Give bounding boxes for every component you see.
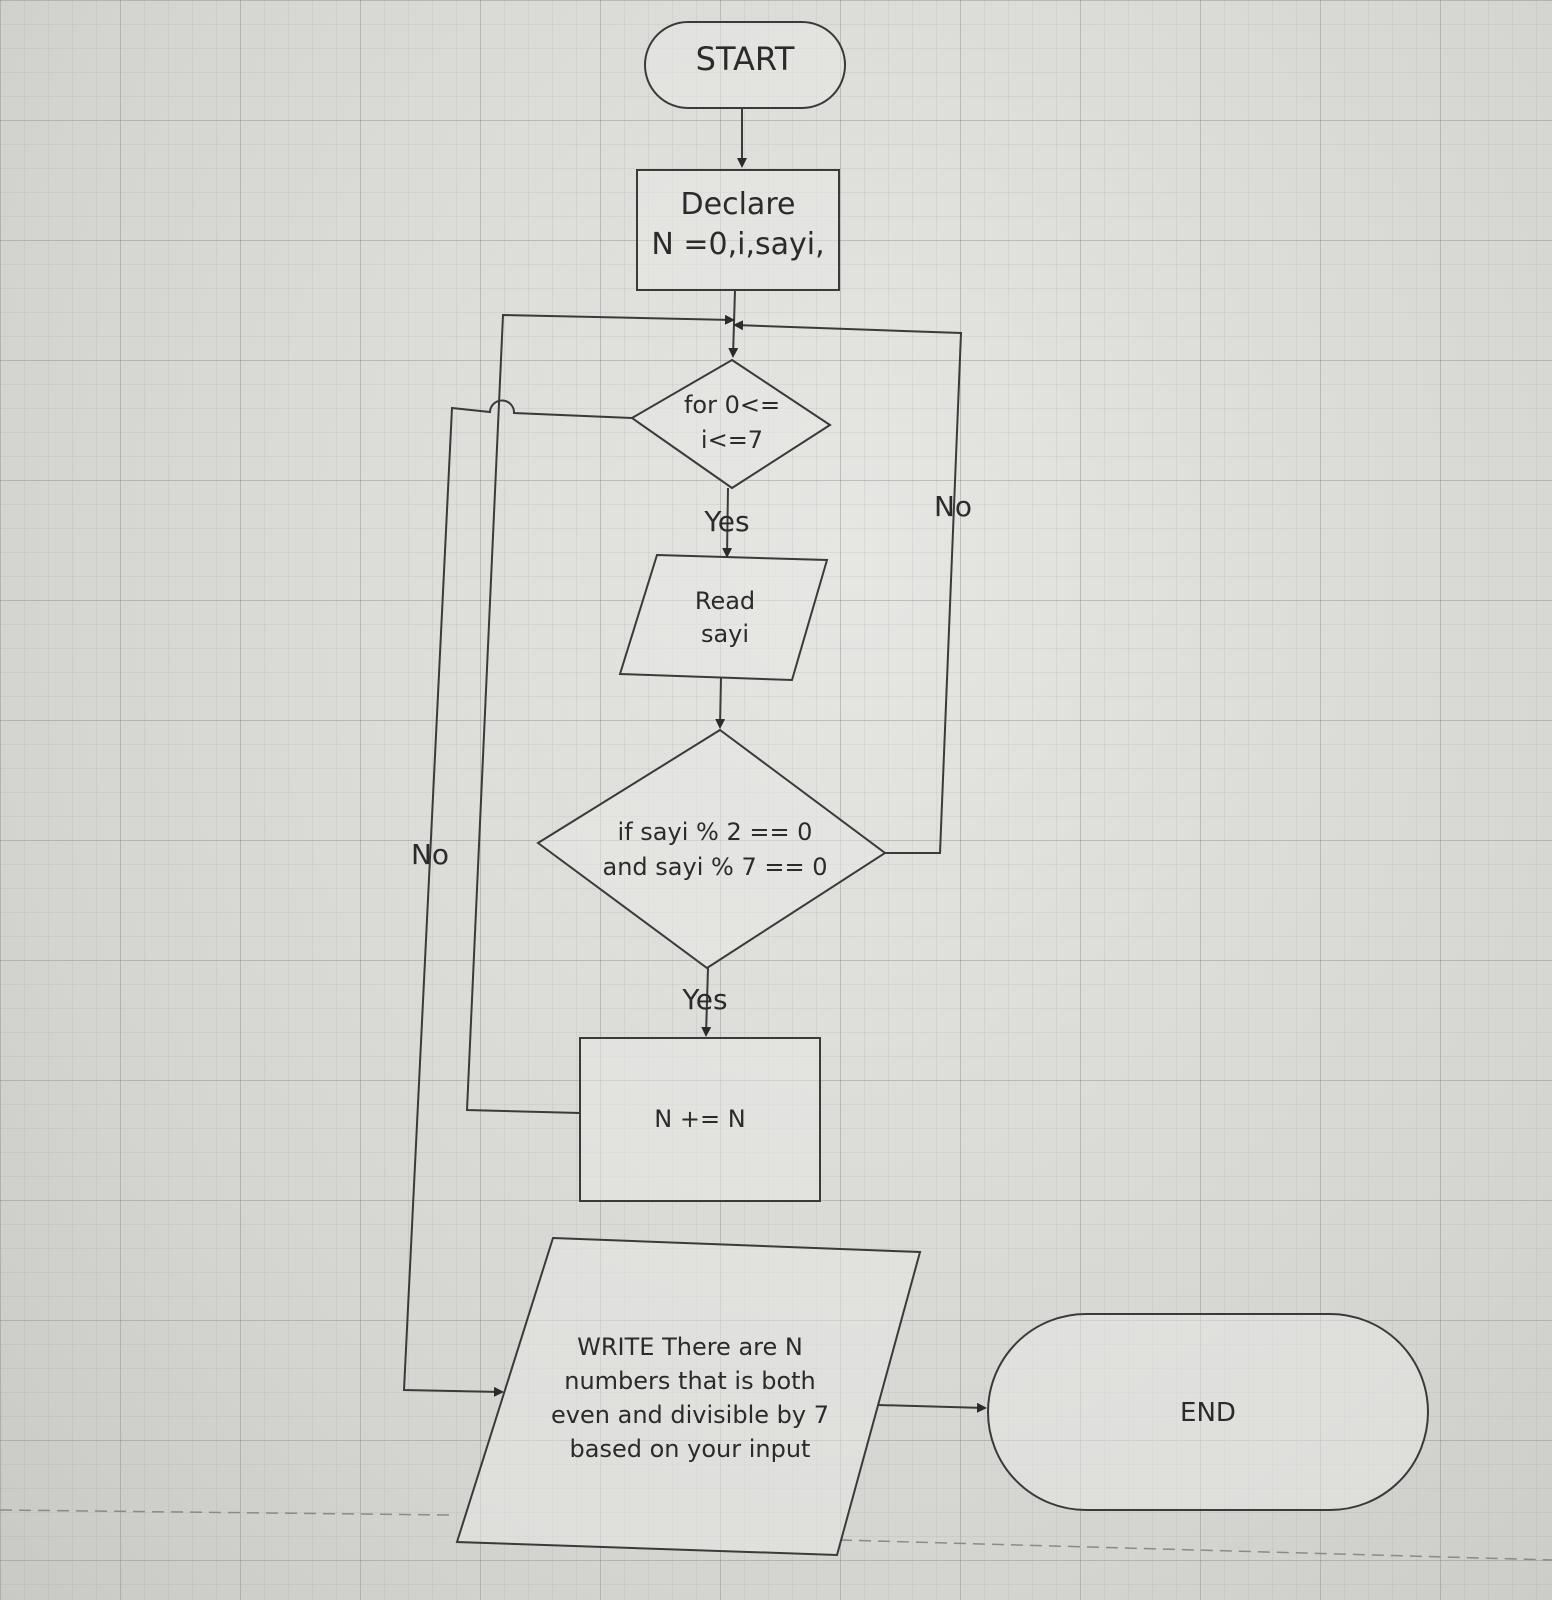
declare-line-2: N =0,i,sayi,: [651, 227, 825, 262]
read-label: Read sayi: [650, 585, 800, 651]
arrow-write-to-end: [877, 1402, 987, 1413]
declare-label: Declare N =0,i,sayi,: [637, 185, 839, 265]
loop-no-label: No: [410, 838, 450, 871]
read-line-2: sayi: [700, 620, 750, 648]
write-line-3: even and divisible by 7: [551, 1401, 829, 1429]
loop-label: for 0<= i<=7: [652, 388, 812, 458]
write-line-2: numbers that is both: [564, 1367, 816, 1395]
increment-label: N += N: [654, 1105, 746, 1133]
condition-label: if sayi % 2 == 0 and sayi % 7 == 0: [590, 815, 840, 885]
condition-line-1: if sayi % 2 == 0: [617, 818, 813, 846]
loop-line-1: for 0<=: [683, 391, 781, 419]
start-label: START: [695, 40, 795, 78]
arrow-declare-to-loop: [728, 289, 739, 358]
write-line-1: WRITE There are N: [577, 1333, 803, 1361]
end-label: END: [1180, 1398, 1236, 1428]
write-line-4: based on your input: [569, 1435, 811, 1463]
write-label: WRITE There are N numbers that is both e…: [540, 1330, 840, 1466]
declare-line-1: Declare: [680, 187, 796, 222]
loop-line-2: i<=7: [700, 426, 764, 454]
condition-line-2: and sayi % 7 == 0: [602, 853, 828, 881]
condition-no-label: No: [933, 490, 973, 523]
arrow-read-to-condition: [715, 676, 726, 729]
flowchart-canvas: START Declare N =0,i,sayi, for 0<= i<=7 …: [0, 0, 1552, 1600]
read-line-1: Read: [694, 587, 756, 615]
condition-yes-label: Yes: [682, 983, 728, 1016]
loop-yes-label: Yes: [704, 505, 750, 538]
